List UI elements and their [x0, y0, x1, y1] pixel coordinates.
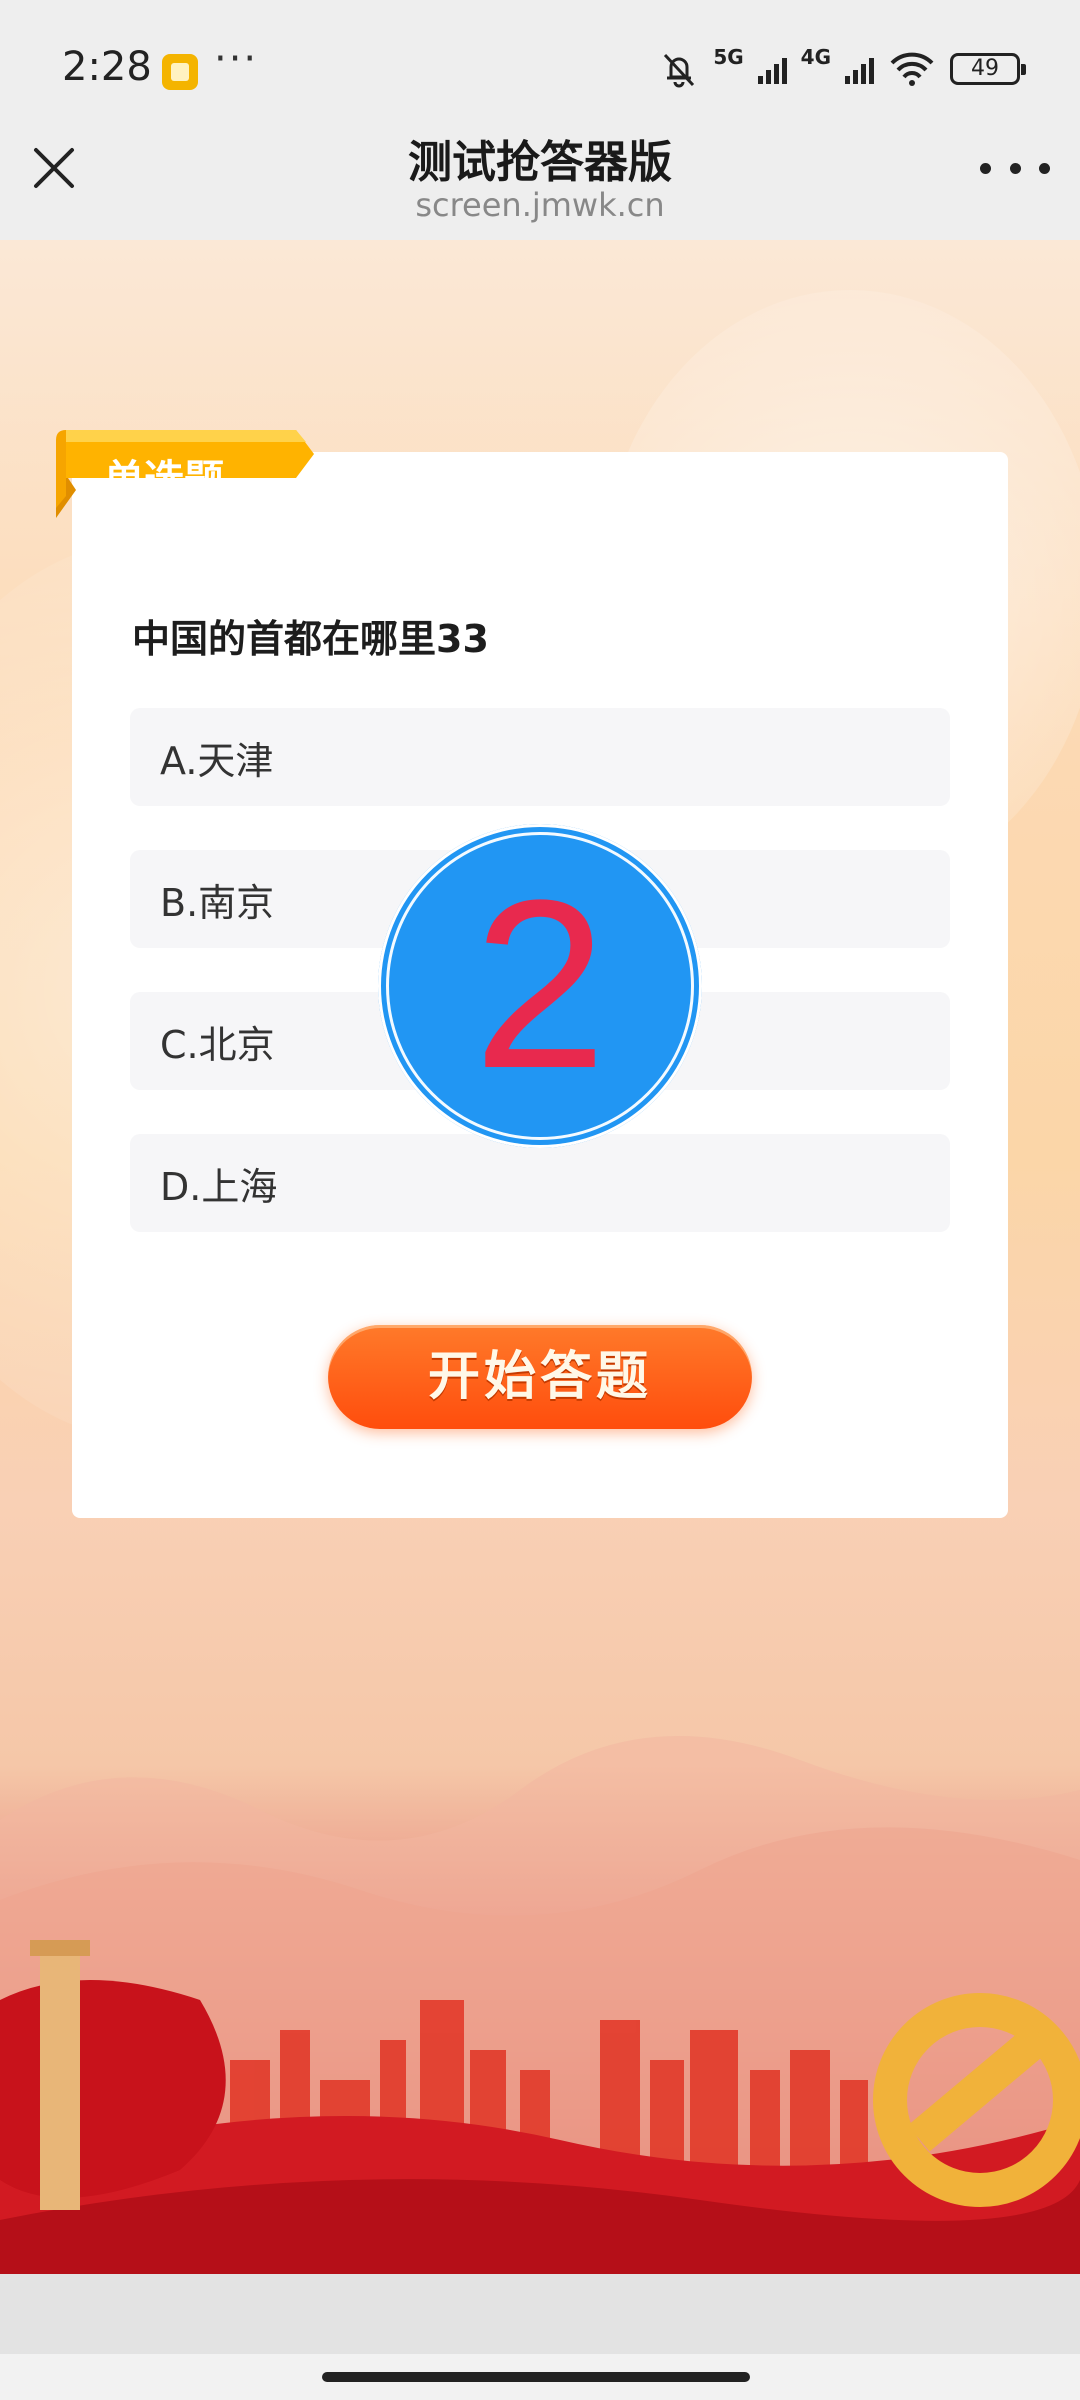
- more-notifications-icon: ···: [214, 36, 259, 82]
- question-type-label: 单选题: [104, 457, 224, 503]
- countdown-timer: 2: [378, 824, 702, 1148]
- status-time: 2:28: [62, 44, 152, 90]
- page-title: 测试抢答器版: [408, 137, 672, 188]
- option-d[interactable]: D.上海: [130, 1134, 950, 1232]
- more-dot-icon: [1009, 162, 1021, 174]
- question-text: 中国的首都在哪里33: [132, 617, 489, 661]
- wifi-icon: [890, 52, 934, 86]
- signal-1-icon: [757, 54, 787, 84]
- battery-icon: 49: [950, 53, 1026, 85]
- network-4g-label: 4G: [800, 45, 831, 69]
- bottom-toolbar: [0, 2274, 1080, 2354]
- countdown-number: 2: [473, 850, 607, 1118]
- bottom-area: [0, 2274, 1080, 2400]
- option-a[interactable]: A.天津: [130, 708, 950, 806]
- option-label: B.南京: [160, 881, 275, 925]
- home-indicator[interactable]: [322, 2372, 750, 2382]
- network-5g-label: 5G: [713, 45, 744, 69]
- page-url: screen.jmwk.cn: [415, 186, 665, 224]
- option-label: D.上海: [160, 1165, 278, 1209]
- status-icons: 5G 4G 49: [659, 44, 1026, 94]
- quiz-page: 单选题 中国的首都在哪里33 A.天津 B.南京 C.北京 D.上海 2 开始答…: [0, 240, 1080, 2274]
- option-label: A.天津: [160, 739, 274, 783]
- start-answer-button[interactable]: 开始答题: [328, 1325, 752, 1429]
- more-dot-icon: [1039, 162, 1050, 174]
- status-bar: 2:28 ··· 5G 4G 49: [0, 0, 1080, 140]
- browser-header: 测试抢答器版 screen.jmwk.cn: [0, 137, 1080, 240]
- decorative-background-illustration: [0, 1736, 1080, 2274]
- option-label: C.北京: [160, 1023, 275, 1067]
- notification-app-icon: [162, 54, 198, 90]
- signal-2-icon: [845, 54, 874, 84]
- mute-bell-icon: [664, 53, 695, 88]
- more-menu-button[interactable]: [980, 148, 1050, 188]
- more-dot-icon: [980, 162, 991, 174]
